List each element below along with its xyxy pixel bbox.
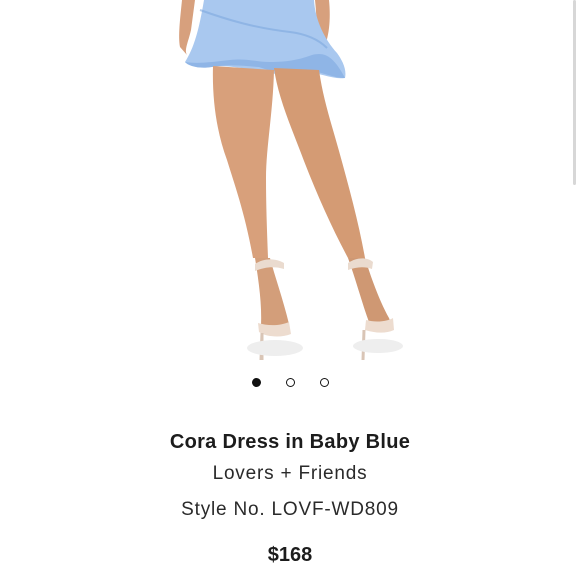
model-illustration	[179, 0, 403, 360]
carousel-dot-3[interactable]	[319, 378, 329, 387]
product-price: $168	[267, 544, 313, 566]
brand-name[interactable]: Lovers + Friends	[0, 463, 580, 485]
scrollbar[interactable]	[573, 0, 576, 185]
style-number: Style No. LOVF-WD809	[181, 499, 399, 520]
product-photo[interactable]	[0, 0, 580, 360]
product-name: Cora Dress in Baby Blue	[169, 431, 411, 453]
carousel-dot-2[interactable]	[285, 378, 295, 387]
product-detail-screen: Cora Dress in Baby Blue Lovers + Friends…	[0, 0, 580, 580]
image-carousel-dots	[0, 378, 580, 387]
carousel-dot-1[interactable]	[251, 378, 261, 387]
